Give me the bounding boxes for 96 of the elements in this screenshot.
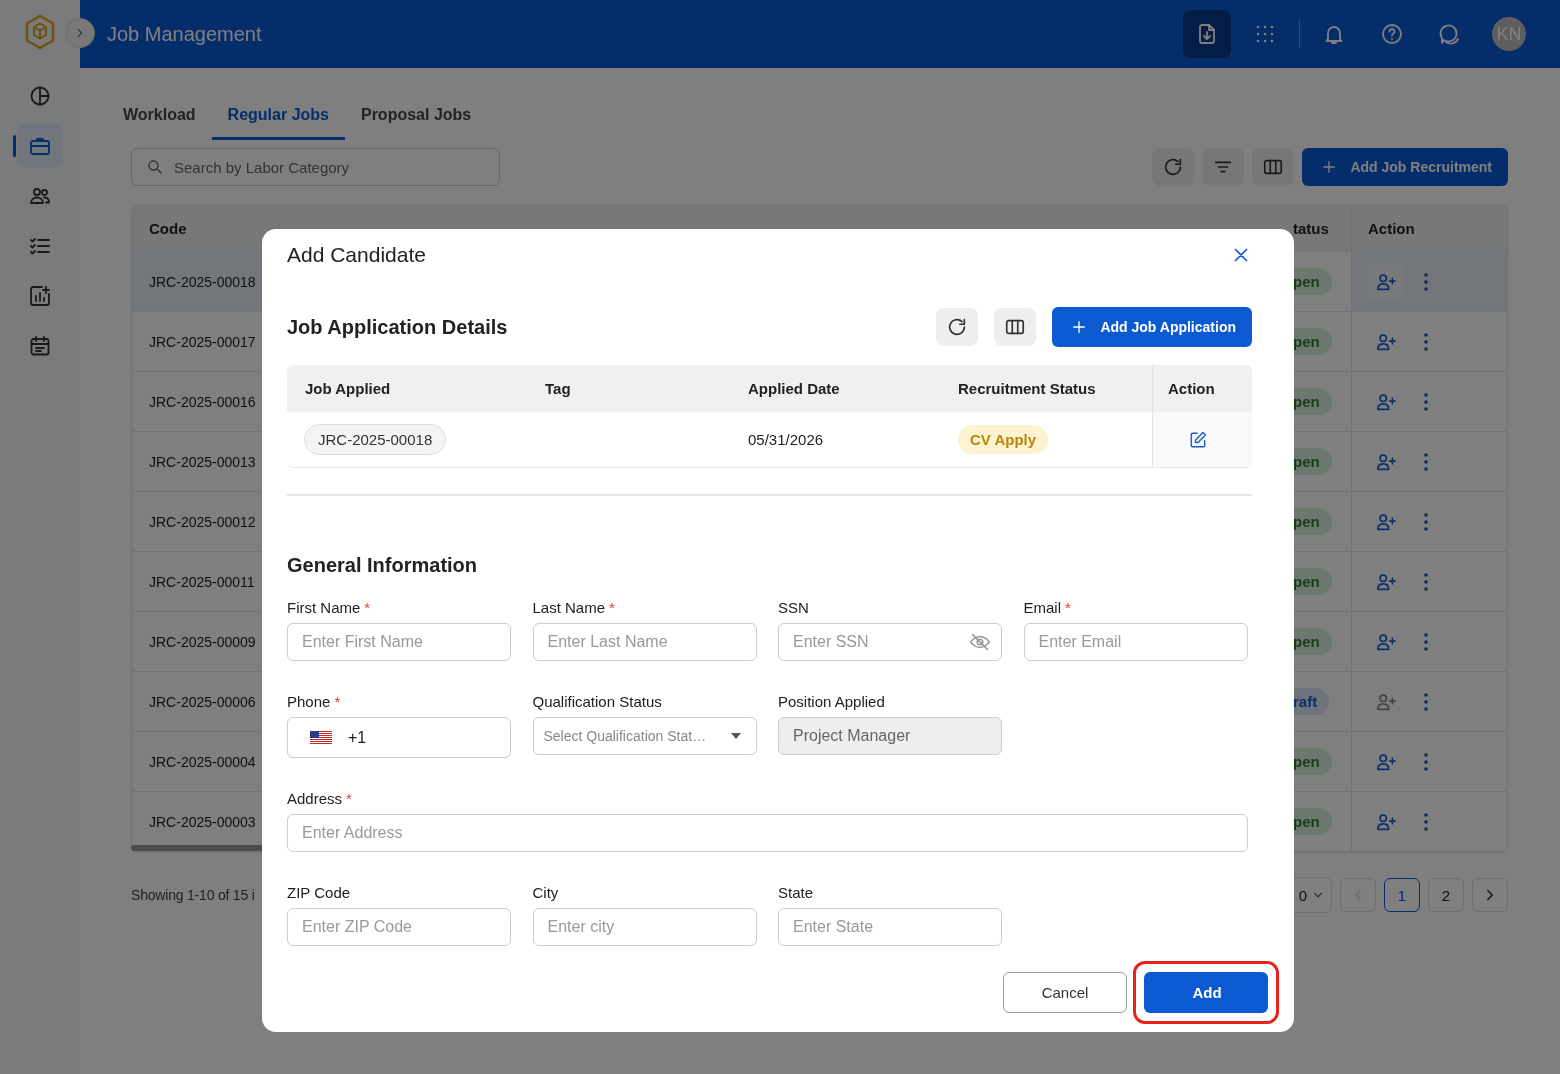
section-title: Job Application Details bbox=[287, 315, 509, 339]
hexagon-logo bbox=[24, 14, 56, 50]
page-title: Job Management bbox=[107, 22, 263, 46]
kebab-icon bbox=[1424, 752, 1428, 771]
tab[interactable]: Workload bbox=[107, 96, 212, 140]
field-label: Phone bbox=[287, 693, 331, 710]
kebab-icon bbox=[1424, 692, 1428, 711]
kebab-icon bbox=[1424, 512, 1428, 531]
input-field[interactable]: Project Manager bbox=[778, 717, 1002, 755]
search-icon bbox=[146, 158, 164, 176]
status-pill: pen bbox=[1293, 448, 1332, 475]
pie-chart-icon bbox=[28, 84, 52, 108]
add-button[interactable]: Add bbox=[1144, 972, 1268, 1013]
status-pill: pen bbox=[1293, 388, 1332, 415]
status-pill: pen bbox=[1293, 508, 1332, 535]
input-field[interactable]: Enter Email bbox=[1023, 623, 1248, 661]
field-label: Qualification Status bbox=[532, 693, 662, 710]
eye-slash-icon bbox=[969, 631, 991, 653]
more-button[interactable] bbox=[1424, 752, 1428, 771]
caret-icon bbox=[729, 732, 742, 740]
required-mark: * bbox=[364, 599, 371, 616]
chart-add-icon bbox=[28, 284, 52, 308]
calendar-icon bbox=[28, 334, 52, 358]
kebab-icon bbox=[1424, 272, 1428, 291]
input-field[interactable]: Enter Address bbox=[287, 814, 1248, 852]
kebab-icon bbox=[1424, 332, 1428, 351]
field-label: Address bbox=[287, 790, 343, 807]
more-button[interactable] bbox=[1424, 512, 1428, 531]
more-button[interactable] bbox=[1424, 452, 1428, 471]
more-button[interactable] bbox=[1424, 692, 1428, 711]
add-job-recruitment-button[interactable]: Add Job Recruitment bbox=[1302, 148, 1508, 186]
kebab-icon bbox=[1424, 392, 1428, 411]
status-pill: pen bbox=[1293, 568, 1332, 595]
add-person-button[interactable] bbox=[1368, 262, 1404, 301]
edit-button[interactable] bbox=[1188, 429, 1208, 450]
required-mark: * bbox=[334, 693, 341, 710]
more-button[interactable] bbox=[1424, 572, 1428, 591]
select-field[interactable]: Select Qualification Stat… bbox=[532, 717, 757, 755]
field-label: SSN bbox=[778, 599, 809, 616]
phone-field[interactable]: +1 bbox=[287, 717, 511, 758]
column-header: Tag bbox=[544, 380, 572, 397]
edit-icon bbox=[1188, 429, 1208, 450]
status-pill: pen bbox=[1293, 808, 1332, 835]
status-pill: pen bbox=[1293, 328, 1332, 355]
date-cell-text: 05/31/2026 bbox=[747, 431, 825, 448]
field-label: Last Name bbox=[532, 599, 606, 616]
field-label: First Name bbox=[287, 599, 361, 616]
kebab-icon bbox=[1424, 632, 1428, 651]
input-field[interactable]: Enter ZIP Code bbox=[287, 908, 511, 946]
input-field[interactable]: Enter First Name bbox=[287, 623, 511, 661]
input-field[interactable]: Enter SSN bbox=[778, 623, 1002, 661]
column-header: Job Applied bbox=[304, 380, 392, 397]
column-header: Action bbox=[1368, 219, 1415, 237]
required-mark: * bbox=[346, 790, 352, 807]
pagination-summary: Showing 1-10 of 15 i bbox=[131, 887, 255, 903]
flag-icon bbox=[310, 731, 332, 744]
more-button[interactable] bbox=[1424, 332, 1428, 351]
kebab-icon bbox=[1424, 572, 1428, 591]
status-pill: pen bbox=[1293, 268, 1332, 295]
tab[interactable]: Regular Jobs bbox=[211, 96, 345, 140]
kebab-icon bbox=[1424, 812, 1428, 831]
add-job-application-button[interactable]: Add Job Application bbox=[1052, 307, 1252, 347]
filter-button[interactable] bbox=[1202, 148, 1245, 186]
cancel-button[interactable]: Cancel bbox=[1003, 972, 1127, 1013]
status-pill: raft bbox=[1293, 688, 1330, 715]
status-pill: CV Apply bbox=[958, 425, 1049, 454]
job-chip: JRC-2025-00018 bbox=[304, 424, 447, 455]
field-label: State bbox=[778, 884, 814, 901]
field-label: City bbox=[532, 884, 559, 901]
input-field[interactable]: Enter city bbox=[532, 908, 757, 946]
column-header: Recruitment Status bbox=[957, 380, 1097, 397]
field-label: ZIP Code bbox=[287, 884, 351, 901]
required-mark: * bbox=[609, 599, 615, 616]
toolbar-button[interactable] bbox=[1183, 10, 1231, 58]
refresh-button[interactable] bbox=[936, 308, 979, 346]
kebab-icon bbox=[1424, 452, 1428, 471]
status-pill: pen bbox=[1293, 628, 1332, 655]
field-label: Position Applied bbox=[778, 693, 885, 710]
help-icon bbox=[1380, 22, 1404, 46]
chat-icon bbox=[1438, 22, 1462, 46]
more-button[interactable] bbox=[1424, 392, 1428, 411]
column-header: Applied Date bbox=[747, 380, 841, 397]
page-button[interactable]: 1 bbox=[1384, 878, 1420, 912]
input-field[interactable]: Enter State bbox=[778, 908, 1002, 946]
input-field[interactable]: Enter Last Name bbox=[532, 623, 757, 661]
more-button[interactable] bbox=[1424, 632, 1428, 651]
columns-button[interactable] bbox=[994, 308, 1037, 346]
search-field[interactable]: Search by Labor Category bbox=[131, 148, 500, 186]
field-label: Email bbox=[1023, 599, 1061, 616]
required-mark: * bbox=[1065, 599, 1071, 616]
more-button[interactable] bbox=[1424, 812, 1428, 831]
status-pill: pen bbox=[1293, 748, 1332, 775]
page-button[interactable]: 2 bbox=[1428, 878, 1464, 912]
more-button[interactable] bbox=[1424, 272, 1428, 291]
tab[interactable]: Proposal Jobs bbox=[344, 96, 488, 140]
section-title: General Information bbox=[287, 554, 479, 577]
